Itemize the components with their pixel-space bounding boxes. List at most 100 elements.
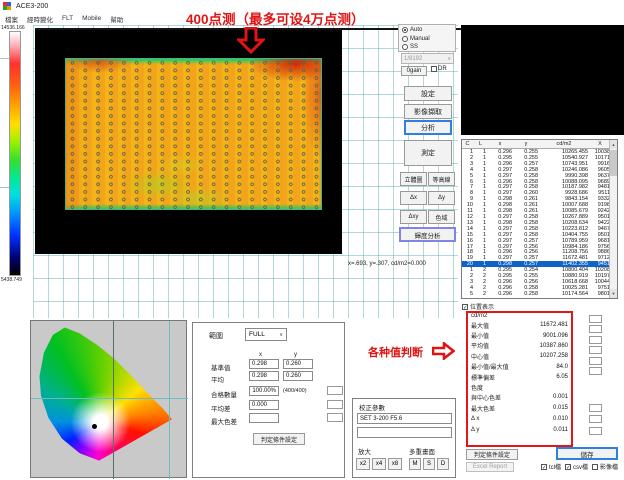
judge-condition-button-form[interactable]: 判定條件設定 <box>253 433 305 445</box>
camera-preview <box>461 25 624 135</box>
scroll-down-icon[interactable]: ▼ <box>610 289 617 298</box>
multi-s-button[interactable]: S <box>423 458 435 470</box>
mode-radio-manual[interactable]: Manual <box>402 35 455 44</box>
gamut-button[interactable]: 色域 <box>428 210 455 224</box>
delta-x-button[interactable]: Δx <box>400 191 427 205</box>
measurement-view[interactable] <box>35 30 342 254</box>
judge-condition-button[interactable]: 判定條件設定 <box>466 449 518 460</box>
calibration-value2-field[interactable] <box>357 427 452 438</box>
calibration-value-field[interactable]: SET 3-200 F5.6 <box>357 413 452 424</box>
result-box <box>327 413 343 422</box>
stat-label: 標準偏差 <box>471 373 495 382</box>
menu-item[interactable]: FLT <box>62 15 73 22</box>
menu-item[interactable]: 檔案 <box>5 14 18 24</box>
form-y-field[interactable]: 0.260 <box>283 359 313 369</box>
colorbar-min-label: 5438.749 <box>1 277 22 283</box>
scale-tick-line <box>0 58 9 59</box>
stat-row: 最小值/最大值84.0 <box>471 362 568 372</box>
table-scrollbar[interactable]: ▲ ▼ <box>609 140 617 298</box>
export-checkbox-csv檔[interactable]: ✓csv檔 <box>565 462 588 471</box>
window-title: ACE3-200 <box>16 3 48 10</box>
capture-mode-group: Auto Manual SS <box>398 24 456 52</box>
cie-chromaticity-panel[interactable] <box>30 320 187 478</box>
result-boxes-bottom <box>589 404 602 435</box>
max-colordiff-field[interactable] <box>249 413 279 423</box>
scrollbar-thumb[interactable] <box>610 150 617 176</box>
result-box <box>589 427 602 435</box>
stat-label: Δ x <box>471 416 479 422</box>
result-box <box>589 325 602 333</box>
luminance-analysis-button[interactable]: 輝度分析 <box>399 227 456 242</box>
menu-item[interactable]: 經時變化 <box>27 14 53 24</box>
stats-luminance-section-label: cd/m2 <box>471 313 487 319</box>
zoom-x4-button[interactable]: x4 <box>372 458 386 470</box>
table-body[interactable]: 110.2960.25510265.45510038210.2950.25510… <box>462 149 611 298</box>
stat-value: 0.015 <box>553 405 568 411</box>
stat-label: Δ y <box>471 427 479 433</box>
menu-item[interactable]: 幫助 <box>110 14 123 24</box>
form-x-field[interactable]: 0.298 <box>249 359 279 369</box>
excel-report-button[interactable]: Excel Report <box>466 462 514 472</box>
delta-y-button[interactable]: Δy <box>428 191 455 205</box>
menu-item[interactable]: Mobile <box>82 15 101 22</box>
stat-value: 0.011 <box>553 427 568 433</box>
table-cell: 9801 <box>590 291 611 297</box>
stat-label: 最大值 <box>471 321 489 330</box>
range-label: 範圍 <box>209 331 223 341</box>
radio-icon <box>402 44 408 50</box>
form-x-field[interactable]: 0.298 <box>249 371 279 381</box>
settings-button[interactable]: 設定 <box>404 86 452 101</box>
column-header: X <box>590 141 611 147</box>
export-checkbox-影像檔[interactable]: 影像檔 <box>592 462 618 471</box>
multi-d-button[interactable]: D <box>437 458 449 470</box>
pass-count-field[interactable]: 100.00% <box>249 386 279 396</box>
stat-label: 平均值 <box>471 341 489 350</box>
multi-screen-buttons: MSD <box>409 458 449 470</box>
checkbox-icon: ✓ <box>541 464 547 470</box>
form-y-field[interactable]: 0.260 <box>283 371 313 381</box>
stat-value: 10207.258 <box>540 353 568 359</box>
stat-label: 與中心色差 <box>471 393 501 402</box>
range-select[interactable]: FULL ∨ <box>245 328 287 341</box>
measure-button[interactable]: 測定 <box>404 140 452 166</box>
checkbox-label: 影像檔 <box>600 462 618 471</box>
stat-label: 最大色差 <box>471 404 495 413</box>
solid-3d-button[interactable]: 立體圖 <box>400 172 427 186</box>
zoom-x8-button[interactable]: x8 <box>388 458 402 470</box>
mode-radio-ss[interactable]: SS <box>402 43 455 52</box>
radio-label: SS <box>410 44 418 50</box>
measurement-table[interactable]: CLxycd/m2X 110.2960.25510265.45510038210… <box>461 139 618 299</box>
avg-diff-field[interactable]: 0.000 <box>249 400 279 410</box>
scroll-up-icon[interactable]: ▲ <box>610 140 617 149</box>
chevron-down-icon: ∨ <box>279 332 283 338</box>
contour-button[interactable]: 等高線 <box>428 172 455 186</box>
app-window: ACE3-200 檔案經時變化FLTMobile幫助 14536.166 543… <box>0 0 624 480</box>
column-x-label: x <box>259 352 262 358</box>
position-display-checkbox[interactable]: ✓ 位置表示 <box>462 302 494 311</box>
save-button[interactable]: 儲存 <box>556 447 618 460</box>
multi-m-button[interactable]: M <box>409 458 421 470</box>
stat-row: Δ y 0.011 <box>471 424 568 435</box>
annotation-points-text: 400点测（最多可设4万点测） <box>186 8 365 28</box>
export-checkbox-tcl檔[interactable]: ✓tcl檔 <box>541 462 561 471</box>
checkbox-label: csv檔 <box>573 462 588 471</box>
column-header: C <box>462 141 475 147</box>
dr-checkbox[interactable]: DR <box>431 66 447 72</box>
analyze-button[interactable]: 分析 <box>404 120 452 135</box>
calibration-box: 校正參數 SET 3-200 F5.6 放大 x2x4x8 多重畫面 MSD <box>352 398 456 478</box>
stat-label: 最小值/最大值 <box>471 362 509 371</box>
gain-button[interactable]: 0gain <box>401 66 427 76</box>
column-header: y <box>514 141 540 147</box>
shutter-select[interactable]: 1/8192 ∨ <box>401 53 454 64</box>
image-capture-button[interactable]: 影像擷取 <box>404 104 452 119</box>
cie-crosshair-vertical <box>113 321 114 479</box>
zoom-x2-button[interactable]: x2 <box>356 458 370 470</box>
table-row[interactable]: 520.2960.25810174.5649801 <box>462 291 611 297</box>
mode-radio-auto[interactable]: Auto <box>402 26 455 35</box>
delta-xy-button[interactable]: Δxy <box>400 210 427 224</box>
radio-label: Auto <box>410 27 422 33</box>
radio-label: Manual <box>410 36 430 42</box>
zoom-label: 放大 <box>358 446 371 456</box>
luminance-heatmap[interactable] <box>65 58 322 210</box>
table-header: CLxycd/m2X <box>462 140 617 149</box>
